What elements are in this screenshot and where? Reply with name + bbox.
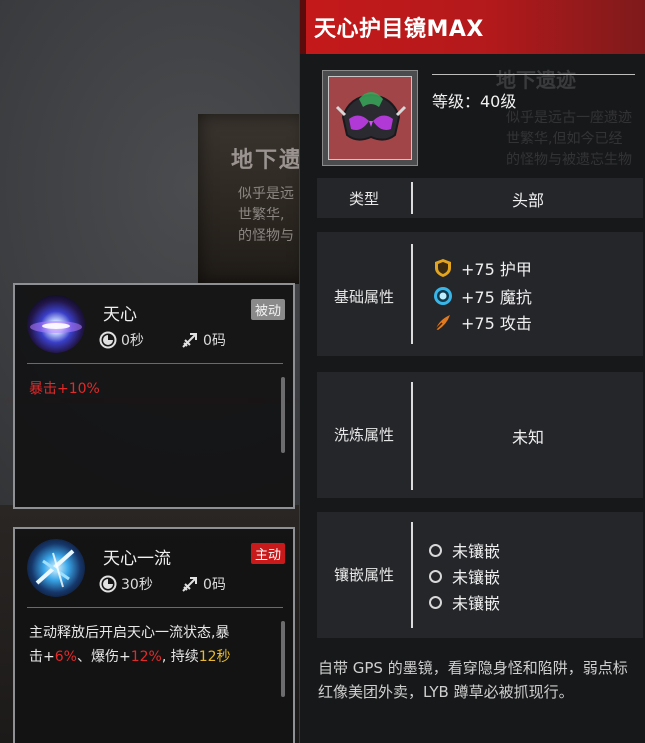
socket-attributes-label: 镶嵌属性 bbox=[333, 566, 394, 584]
base-attributes-label: 基础属性 bbox=[333, 288, 394, 306]
skill-panel-active[interactable]: 天心一流 主动 30秒 0码 主动释放后开启天心一流状态,暴 击+6%、爆伤+1… bbox=[13, 527, 295, 743]
empty-socket-icon bbox=[429, 595, 442, 609]
crit-bonus: 暴击+10% bbox=[29, 381, 100, 397]
skill-name: 天心 bbox=[103, 305, 137, 325]
type-value: 头部 bbox=[511, 191, 544, 210]
item-header: 天心护目镜MAX bbox=[300, 0, 645, 54]
divider bbox=[432, 74, 635, 75]
armor-attribute: +75 护甲 bbox=[433, 256, 532, 280]
cooldown-value: 0秒 bbox=[121, 333, 144, 349]
socket-slot[interactable]: 未镶嵌 bbox=[429, 564, 500, 588]
type-label: 类型 bbox=[348, 190, 379, 208]
cooldown-stat: 0秒 bbox=[99, 330, 144, 350]
skill-panel-passive[interactable]: 天心 被动 0秒 0码 暴击+10% bbox=[13, 283, 295, 509]
desc-text: 击+ bbox=[29, 649, 55, 665]
cooldown-icon bbox=[99, 331, 117, 349]
item-title: 天心护目镜MAX bbox=[314, 17, 484, 42]
socket-status: 未镶嵌 bbox=[452, 568, 501, 587]
refine-value: 未知 bbox=[511, 428, 544, 447]
divider bbox=[411, 244, 413, 344]
header-accent bbox=[300, 0, 306, 54]
base-attributes-row: 基础属性 +75 护甲 +75 魔抗 +75 攻击 bbox=[317, 232, 643, 356]
magic-resist-value: +75 魔抗 bbox=[461, 288, 532, 307]
attack-value: +75 攻击 bbox=[461, 314, 532, 333]
active-tag: 主动 bbox=[250, 543, 285, 564]
arrow-cost-icon bbox=[182, 577, 197, 592]
background-ghost-desc: 似乎是远古一座遗迹 世繁华,但如今已经 的怪物与被遗忘生物 bbox=[506, 110, 632, 168]
desc-text: 主动释放后开启天心一流状态,暴 bbox=[29, 625, 230, 641]
skill-icon-tianxin-yiliu bbox=[27, 539, 85, 597]
passive-tag: 被动 bbox=[250, 299, 285, 320]
cost-stat: 0码 bbox=[181, 574, 226, 594]
socket-slot[interactable]: 未镶嵌 bbox=[429, 538, 500, 562]
skill-description: 主动释放后开启天心一流状态,暴 击+6%、爆伤+12%, 持续12秒 bbox=[29, 621, 275, 669]
socket-status: 未镶嵌 bbox=[452, 594, 501, 613]
divider bbox=[411, 522, 413, 628]
item-level: 等级：40级 bbox=[432, 92, 517, 111]
background-card-desc: 似乎是远 世繁华, 的怪物与 bbox=[238, 186, 294, 244]
cooldown-icon bbox=[99, 575, 117, 593]
empty-socket-icon bbox=[429, 543, 442, 557]
empty-socket-icon bbox=[429, 569, 442, 583]
cost-value: 0码 bbox=[203, 333, 226, 349]
magic-resist-icon bbox=[434, 287, 452, 305]
desc-text: 、爆伤+ bbox=[76, 649, 131, 665]
skill-icon-tianxin bbox=[27, 295, 85, 353]
scrollbar[interactable] bbox=[281, 377, 285, 453]
desc-text: , 持续 bbox=[161, 649, 199, 665]
scrollbar[interactable] bbox=[281, 621, 285, 697]
refine-attributes-label: 洗炼属性 bbox=[333, 426, 394, 444]
attack-icon bbox=[435, 315, 450, 330]
background-card-title: 地下遗 bbox=[231, 148, 304, 173]
skill-name: 天心一流 bbox=[103, 549, 171, 569]
attack-attribute: +75 攻击 bbox=[433, 310, 532, 334]
divider bbox=[27, 607, 283, 608]
background-dungeon-card: 地下遗 似乎是远 世繁华, 的怪物与 bbox=[198, 114, 308, 284]
skill-description: 暴击+10% bbox=[29, 377, 275, 401]
duration-value: 12秒 bbox=[198, 649, 231, 665]
socket-attributes-row: 镶嵌属性 未镶嵌 未镶嵌 未镶嵌 bbox=[317, 512, 643, 638]
item-detail-panel: 地下遗迹 似乎是远古一座遗迹 世繁华,但如今已经 的怪物与被遗忘生物 天心护目镜… bbox=[299, 0, 645, 743]
socket-slot[interactable]: 未镶嵌 bbox=[429, 590, 500, 614]
crit-damage-value: 12% bbox=[130, 649, 162, 665]
armor-value: +75 护甲 bbox=[461, 260, 532, 279]
crit-value: 6% bbox=[54, 649, 77, 665]
item-icon-frame bbox=[322, 70, 418, 166]
arrow-cost-icon bbox=[182, 333, 197, 348]
type-row: 类型 头部 bbox=[317, 178, 643, 218]
goggles-icon bbox=[328, 76, 412, 160]
cost-value: 0码 bbox=[203, 577, 226, 593]
shield-icon bbox=[435, 259, 451, 277]
cooldown-value: 30秒 bbox=[121, 577, 153, 593]
socket-status: 未镶嵌 bbox=[452, 542, 501, 561]
magic-resist-attribute: +75 魔抗 bbox=[433, 284, 532, 308]
cost-stat: 0码 bbox=[181, 330, 226, 350]
divider bbox=[27, 363, 283, 364]
cooldown-stat: 30秒 bbox=[99, 574, 153, 594]
refine-attributes-row: 洗炼属性 未知 bbox=[317, 372, 643, 498]
item-flavor-text: 自带 GPS 的墨镜，看穿隐身怪和陷阱，弱点标红像美团外卖，LYB 蹲草必被抓现… bbox=[318, 659, 628, 701]
